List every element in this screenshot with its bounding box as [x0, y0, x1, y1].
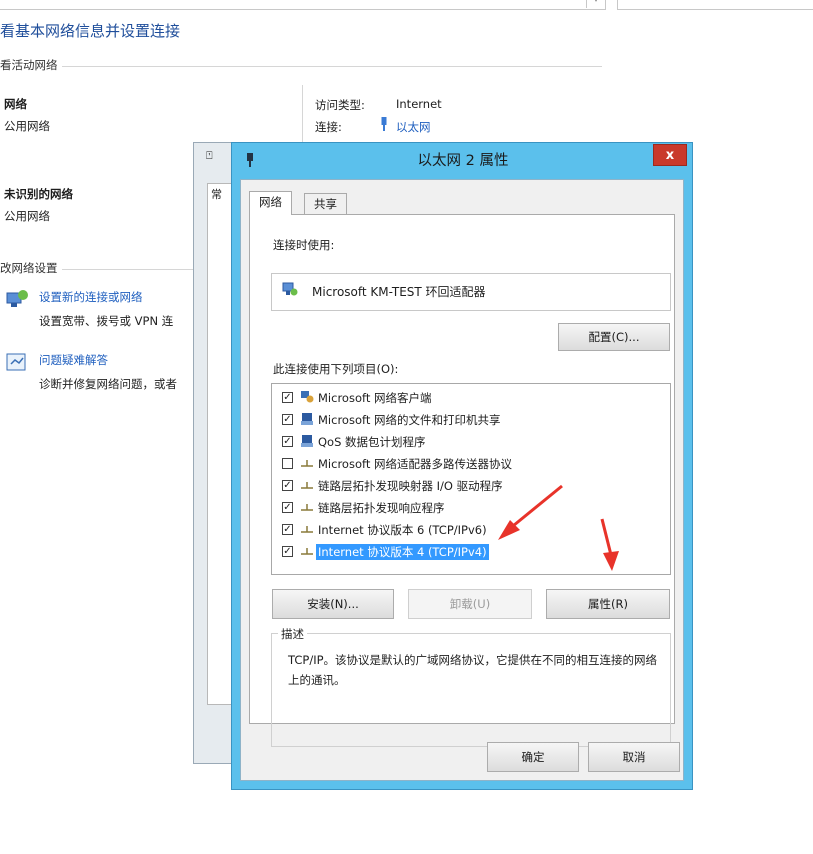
- close-button[interactable]: x: [653, 144, 687, 166]
- setup-connection-icon: [5, 287, 31, 311]
- network-name: 网络: [4, 97, 27, 111]
- description-group: 描述 TCP/IP。该协议是默认的广域网络协议，它提供在不同的相互连接的网络上的…: [271, 626, 671, 747]
- access-type-label: 访问类型:: [315, 98, 365, 112]
- item-checkbox[interactable]: ✓: [282, 436, 293, 447]
- ok-button[interactable]: 确定: [487, 742, 579, 772]
- ethernet-link[interactable]: 以太网: [396, 119, 431, 135]
- item-label: Microsoft 网络适配器多路传送器协议: [318, 457, 512, 471]
- item-checkbox[interactable]: ✓: [282, 524, 293, 535]
- tab-network[interactable]: 网络: [249, 191, 292, 215]
- description-label: 描述: [278, 626, 307, 642]
- uninstall-button[interactable]: 卸载(U): [408, 589, 532, 619]
- item-label: 链路层拓扑发现响应程序: [318, 501, 445, 515]
- connect-using-label: 连接时使用:: [273, 238, 335, 252]
- section-divider: [62, 269, 194, 270]
- list-item[interactable]: ✓ QoS 数据包计划程序: [280, 432, 660, 452]
- tab-general[interactable]: 常: [211, 186, 222, 202]
- item-checkbox[interactable]: ✓: [282, 546, 293, 557]
- properties-button[interactable]: 属性(R): [546, 589, 670, 619]
- install-button[interactable]: 安装(N)...: [272, 589, 394, 619]
- setup-connection-link[interactable]: 设置新的连接或网络: [39, 289, 143, 305]
- item-checkbox[interactable]: ✓: [282, 392, 293, 403]
- setup-connection-desc: 设置宽带、拨号或 VPN 连: [39, 314, 174, 328]
- item-label: Internet 协议版本 6 (TCP/IPv6): [318, 523, 487, 537]
- adapter-icon: [282, 281, 298, 297]
- troubleshoot-desc: 诊断并修复网络问题，或者: [39, 377, 177, 391]
- protocol-icon: [300, 522, 314, 536]
- list-item[interactable]: ✓ Microsoft 网络的文件和打印机共享: [280, 410, 660, 430]
- ethernet-properties-dialog: 以太网 2 属性 x 网络 共享 连接时使用: Microsoft KM-TES…: [231, 142, 693, 790]
- list-item[interactable]: Microsoft 网络适配器多路传送器协议: [280, 454, 660, 474]
- item-label: Microsoft 网络客户端: [318, 391, 432, 405]
- ethernet-icon: [380, 117, 388, 131]
- protocol-icon: [300, 478, 314, 492]
- cancel-button[interactable]: 取消: [588, 742, 680, 772]
- annotation-arrow-icon: [498, 484, 563, 540]
- protocol-icon: [300, 544, 314, 558]
- active-networks-header: 看活动网络: [0, 58, 58, 72]
- troubleshoot-icon: [5, 352, 29, 374]
- annotation-arrow-icon: [600, 518, 619, 571]
- protocol-icon: [300, 500, 314, 514]
- dialog-body: 网络 共享 连接时使用: Microsoft KM-TEST 环回适配器 配置(…: [240, 179, 684, 781]
- items-label: 此连接使用下列项目(O):: [273, 362, 399, 376]
- address-bar[interactable]: [0, 0, 606, 10]
- configure-button[interactable]: 配置(C)...: [558, 323, 670, 351]
- address-dropdown-icon[interactable]: ▾: [586, 0, 605, 8]
- page-title: 看基本网络信息并设置连接: [0, 22, 181, 40]
- search-box[interactable]: [617, 0, 813, 10]
- item-checkbox[interactable]: ✓: [282, 480, 293, 491]
- tab-sharing[interactable]: 共享: [304, 193, 347, 215]
- adapter-name: Microsoft KM-TEST 环回适配器: [312, 285, 486, 299]
- item-checkbox[interactable]: [282, 458, 293, 469]
- item-label: QoS 数据包计划程序: [318, 435, 426, 449]
- item-label: Internet 协议版本 4 (TCP/IPv4): [316, 544, 489, 560]
- unidentified-network-type: 公用网络: [4, 209, 50, 223]
- protocol-icon: [300, 456, 314, 470]
- network-tab-panel: 连接时使用: Microsoft KM-TEST 环回适配器 配置(C)... …: [249, 214, 675, 747]
- file-printer-sharing-icon: [300, 412, 314, 426]
- change-settings-header: 改网络设置: [0, 261, 58, 275]
- network-client-icon: [300, 390, 314, 404]
- connection-label: 连接:: [315, 120, 342, 134]
- item-checkbox[interactable]: ✓: [282, 414, 293, 425]
- access-type-value: Internet: [396, 97, 442, 111]
- list-item[interactable]: ✓ 链路层拓扑发现映射器 I/O 驱动程序: [280, 476, 660, 496]
- unidentified-network-name: 未识别的网络: [4, 187, 73, 201]
- section-divider: [62, 66, 602, 67]
- description-text: TCP/IP。该协议是默认的广域网络协议，它提供在不同的相互连接的网络上的通讯。: [288, 653, 658, 687]
- troubleshoot-link[interactable]: 问题疑难解答: [39, 352, 108, 368]
- network-type: 公用网络: [4, 119, 50, 133]
- network-adapter-icon: [246, 153, 254, 170]
- adapter-box: Microsoft KM-TEST 环回适配器: [271, 273, 671, 311]
- item-label: 链路层拓扑发现映射器 I/O 驱动程序: [318, 479, 503, 493]
- qos-icon: [300, 434, 314, 448]
- item-label: Microsoft 网络的文件和打印机共享: [318, 413, 501, 427]
- list-item[interactable]: ✓ Microsoft 网络客户端: [280, 388, 660, 408]
- item-checkbox[interactable]: ✓: [282, 502, 293, 513]
- column-divider: [302, 85, 303, 145]
- dialog-title: 以太网 2 属性: [417, 153, 509, 169]
- dialog-icon: ⍞: [206, 149, 213, 162]
